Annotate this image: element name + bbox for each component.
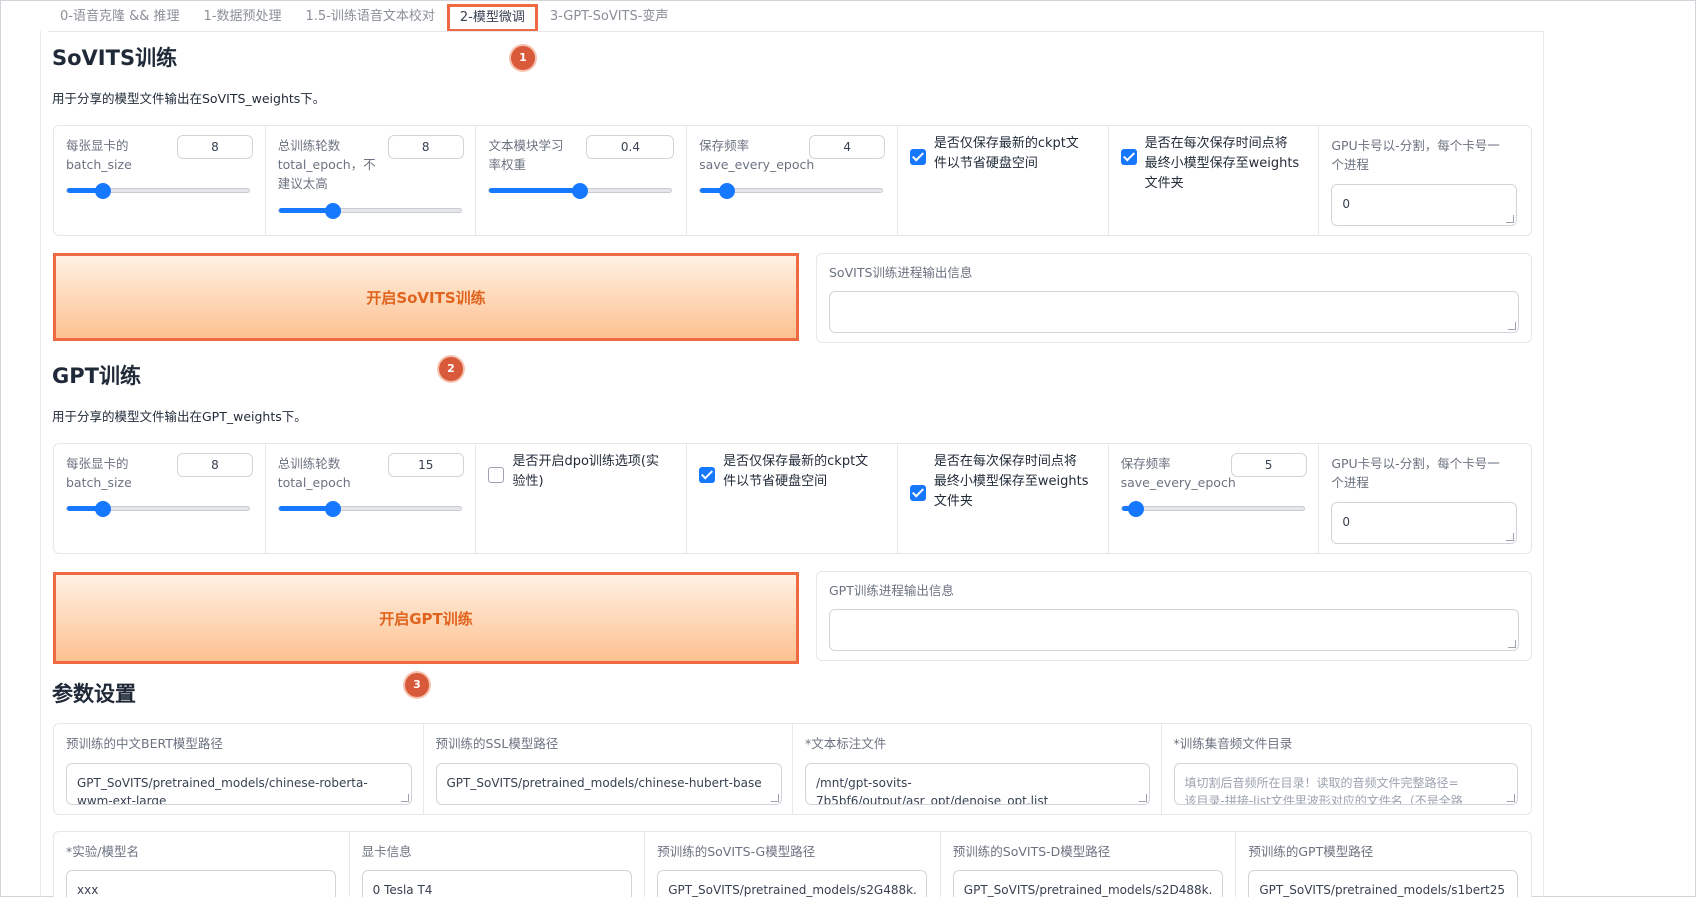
param-sovits-d-label: 预训练的SoVITS-D模型路径 xyxy=(952,844,1111,859)
param-bert-cell: 预训练的中文BERT模型路径 GPT_SoVITS/pretrained_mod… xyxy=(54,724,424,814)
param-sovits-d-input[interactable]: GPT_SoVITS/pretrained_models/s2D488k. xyxy=(952,870,1223,897)
params-row-2: *实验/模型名 xxx 显卡信息 0 Tesla T4 预训练的SoVITS-G… xyxy=(53,831,1532,897)
param-list-cell: *文本标注文件 /mnt/gpt-sovits- 7b5bf6/output/a… xyxy=(793,724,1162,814)
sovits-textlr-slider[interactable] xyxy=(488,183,673,199)
sovits-epoch-input[interactable]: 8 xyxy=(387,135,464,159)
sovits-save-slider[interactable] xyxy=(699,183,884,199)
param-exp-name-input[interactable]: xxx xyxy=(66,870,336,897)
param-ssl-cell: 预训练的SSL模型路径 GPT_SoVITS/pretrained_models… xyxy=(424,724,793,814)
annotation-marker-2: 2 xyxy=(439,357,463,381)
param-ssl-input[interactable]: GPT_SoVITS/pretrained_models/chinese-hub… xyxy=(435,763,782,805)
gpt-dpo-label: 是否开启dpo训练选项(实 验性) xyxy=(512,454,659,489)
sovits-epoch-cell: 总训练轮数 total_epoch，不 建议太高 8 xyxy=(266,126,477,235)
gpt-epoch-cell: 总训练轮数 total_epoch 15 xyxy=(266,444,477,553)
sovits-description: 用于分享的模型文件输出在SoVITS_weights下。 xyxy=(52,91,326,106)
params-row-1: 预训练的中文BERT模型路径 GPT_SoVITS/pretrained_mod… xyxy=(53,723,1532,815)
sovits-batch-input[interactable]: 8 xyxy=(177,135,253,159)
gpt-latest-label: 是否仅保存最新的ckpt文 件以节省硬盘空间 xyxy=(723,454,869,489)
param-wav-dir-label: *训练集音频文件目录 xyxy=(1173,736,1293,751)
gpt-gpu-cell: GPU卡号以-分割，每个卡号一 个进程 0 xyxy=(1319,444,1531,553)
gpt-output-label: GPT训练进程输出信息 xyxy=(829,583,954,598)
param-list-input[interactable]: /mnt/gpt-sovits- 7b5bf6/output/asr_opt/d… xyxy=(805,763,1150,805)
gpt-gpu-input[interactable]: 0 xyxy=(1331,502,1518,544)
param-exp-name-label: *实验/模型名 xyxy=(66,844,139,859)
gpt-title: GPT训练 xyxy=(52,364,141,388)
param-list-label: *文本标注文件 xyxy=(805,736,887,751)
gpt-latest-cell: 是否仅保存最新的ckpt文 件以节省硬盘空间 xyxy=(687,444,898,553)
gpt-epoch-slider[interactable] xyxy=(277,501,462,517)
gpt-batch-cell: 每张显卡的 batch_size 8 xyxy=(54,444,266,553)
sovits-batch-cell: 每张显卡的 batch_size 8 xyxy=(54,126,266,235)
gpt-small-checkbox[interactable] xyxy=(909,485,926,501)
param-gpt-model-label: 预训练的GPT模型路径 xyxy=(1248,844,1374,859)
param-bert-input[interactable]: GPT_SoVITS/pretrained_models/chinese-rob… xyxy=(66,763,412,805)
gpt-settings-row: 每张显卡的 batch_size 8 总训练轮数 total_epoch 15 … xyxy=(53,443,1532,554)
tab-proofread[interactable]: 1.5-训练语音文本校对 xyxy=(293,4,446,32)
param-sovits-g-input[interactable]: GPT_SoVITS/pretrained_models/s2G488k. xyxy=(657,870,928,897)
param-wav-dir-input[interactable]: 填切割后音频所在目录！读取的音频文件完整路径= 该目录-拼接-list文件里波形… xyxy=(1173,763,1518,805)
sovits-output-textarea[interactable] xyxy=(829,291,1519,333)
sovits-gpu-cell: GPU卡号以-分割，每个卡号一 个进程 0 xyxy=(1319,126,1531,235)
gpt-output-panel: GPT训练进程输出信息 xyxy=(816,571,1532,661)
sovits-batch-slider[interactable] xyxy=(66,183,250,199)
gpt-latest-checkbox[interactable] xyxy=(699,467,716,483)
gpt-dpo-checkbox[interactable] xyxy=(488,467,505,483)
sovits-title: SoVITS训练 xyxy=(52,46,178,70)
param-gpt-model-cell: 预训练的GPT模型路径 GPT_SoVITS/pretrained_models… xyxy=(1236,832,1531,897)
start-sovits-training-button[interactable]: 开启SoVITS训练 xyxy=(53,253,799,341)
sovits-gpu-label: GPU卡号以-分割，每个卡号一 个进程 xyxy=(1331,138,1500,172)
sovits-save-cell: 保存频率 save_every_epoch 4 xyxy=(687,126,898,235)
sovits-latest-label: 是否仅保存最新的ckpt文 件以节省硬盘空间 xyxy=(933,136,1079,171)
tab-divider xyxy=(48,31,1544,32)
param-exp-name-cell: *实验/模型名 xxx xyxy=(54,832,350,897)
param-gpu-info-label: 显卡信息 xyxy=(361,844,412,859)
annotation-marker-3: 3 xyxy=(405,673,429,697)
param-ssl-label: 预训练的SSL模型路径 xyxy=(435,736,559,751)
sovits-output-panel: SoVITS训练进程输出信息 xyxy=(816,253,1532,343)
tab-voice-change[interactable]: 3-GPT-SoVITS-变声 xyxy=(538,4,681,32)
gpt-gpu-label: GPU卡号以-分割，每个卡号一 个进程 xyxy=(1331,456,1500,490)
sovits-small-cell: 是否在每次保存时间点将 最终小模型保存至weights 文件夹 xyxy=(1109,126,1320,235)
sovits-textlr-cell: 文本模块学习 率权重 0.4 xyxy=(476,126,688,235)
gpt-batch-input[interactable]: 8 xyxy=(177,453,253,477)
sovits-gpu-input[interactable]: 0 xyxy=(1331,184,1518,226)
gpt-small-label: 是否在每次保存时间点将 最终小模型保存至weights 文件夹 xyxy=(933,454,1089,509)
start-gpt-training-button[interactable]: 开启GPT训练 xyxy=(53,572,799,664)
param-gpt-model-input[interactable]: GPT_SoVITS/pretrained_models/s1bert25 xyxy=(1248,870,1519,897)
gpt-save-input[interactable]: 5 xyxy=(1230,453,1307,477)
param-wav-dir-cell: *训练集音频文件目录 填切割后音频所在目录！读取的音频文件完整路径= 该目录-拼… xyxy=(1162,724,1532,814)
sovits-textlr-input[interactable]: 0.4 xyxy=(586,135,675,159)
gpt-output-textarea[interactable] xyxy=(829,609,1519,651)
tab-preprocess[interactable]: 1-数据预处理 xyxy=(192,4,294,32)
gpt-epoch-input[interactable]: 15 xyxy=(387,453,464,477)
param-bert-label: 预训练的中文BERT模型路径 xyxy=(66,736,223,751)
annotation-marker-1: 1 xyxy=(511,46,535,70)
sovits-latest-checkbox[interactable] xyxy=(909,149,926,165)
gpt-batch-slider[interactable] xyxy=(66,501,250,517)
sovits-output-label: SoVITS训练进程输出信息 xyxy=(829,265,973,280)
tab-finetune[interactable]: 2-模型微调 xyxy=(446,4,538,32)
param-gpu-info-cell: 显卡信息 0 Tesla T4 xyxy=(350,832,646,897)
sovits-epoch-slider[interactable] xyxy=(277,203,462,219)
sovits-small-label: 是否在每次保存时间点将 最终小模型保存至weights 文件夹 xyxy=(1144,136,1300,191)
params-title: 参数设置 xyxy=(52,682,136,706)
tab-bar: 0-语音克隆 && 推理 1-数据预处理 1.5-训练语音文本校对 2-模型微调… xyxy=(48,4,680,32)
tab-inference[interactable]: 0-语音克隆 && 推理 xyxy=(48,4,192,32)
sovits-latest-cell: 是否仅保存最新的ckpt文 件以节省硬盘空间 xyxy=(898,126,1109,235)
gpt-dpo-cell: 是否开启dpo训练选项(实 验性) xyxy=(476,444,688,553)
param-gpu-info-input[interactable]: 0 Tesla T4 xyxy=(361,870,632,897)
param-sovits-g-cell: 预训练的SoVITS-G模型路径 GPT_SoVITS/pretrained_m… xyxy=(645,832,941,897)
sovits-settings-row: 每张显卡的 batch_size 8 总训练轮数 total_epoch，不 建… xyxy=(53,125,1532,236)
gpt-save-cell: 保存频率 save_every_epoch 5 xyxy=(1109,444,1320,553)
param-sovits-d-cell: 预训练的SoVITS-D模型路径 GPT_SoVITS/pretrained_m… xyxy=(941,832,1237,897)
sovits-save-input[interactable]: 4 xyxy=(809,135,886,159)
gpt-description: 用于分享的模型文件输出在GPT_weights下。 xyxy=(52,409,307,424)
gpt-small-cell: 是否在每次保存时间点将 最终小模型保存至weights 文件夹 xyxy=(898,444,1109,553)
sovits-small-checkbox[interactable] xyxy=(1120,149,1137,165)
param-sovits-g-label: 预训练的SoVITS-G模型路径 xyxy=(657,844,816,859)
gpt-save-slider[interactable] xyxy=(1120,501,1305,517)
